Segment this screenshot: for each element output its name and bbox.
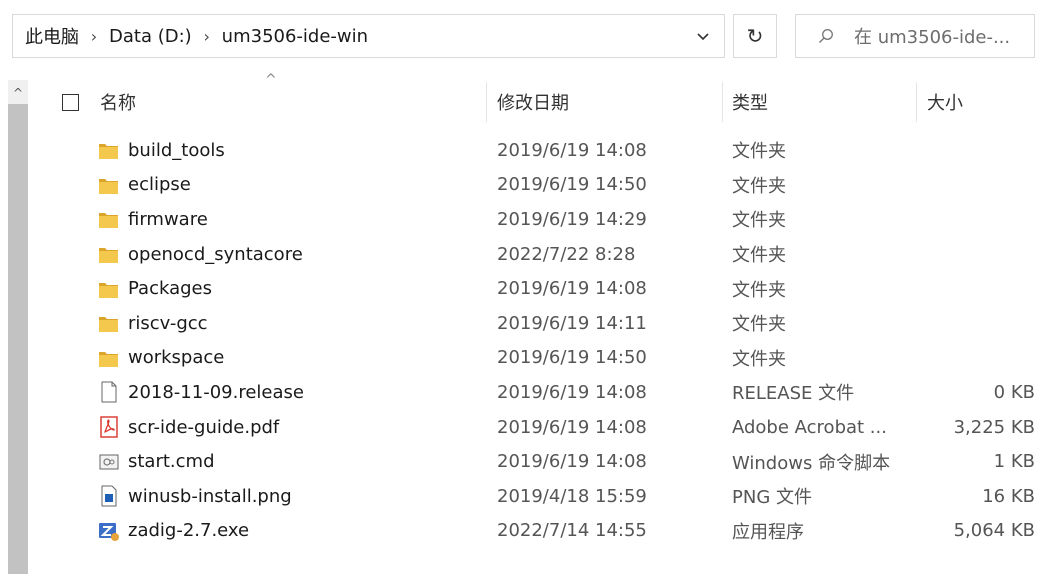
column-date[interactable]: 修改日期 (497, 80, 717, 124)
vertical-scrollbar[interactable]: ^ (8, 80, 28, 574)
file-name: openocd_syntacore (128, 243, 303, 265)
file-type: 文件夹 (732, 141, 786, 163)
select-all-checkbox-wrap[interactable] (62, 80, 79, 124)
folder-icon (98, 133, 120, 168)
address-bar[interactable]: 此电脑 › Data (D:) › um3506-ide-win (12, 14, 725, 58)
file-list: build_tools 2019/6/19 14:08 文件夹 eclipse 2019… (28, 133, 1041, 548)
file-date: 2019/6/19 14:50 (497, 347, 647, 369)
file-date: 2022/7/14 14:55 (497, 520, 647, 542)
column-name-label: 名称 (100, 93, 136, 114)
refresh-button[interactable]: ↻ (733, 14, 777, 58)
column-size-label: 大小 (927, 93, 963, 114)
blank-file-icon (98, 375, 120, 410)
file-date: 2019/6/19 14:08 (497, 278, 647, 300)
file-date: 2019/6/19 14:50 (497, 174, 647, 196)
file-type: PNG 文件 (732, 487, 812, 509)
breadcrumb-item-this-pc[interactable]: 此电脑 (13, 23, 79, 49)
file-row[interactable]: workspace 2019/6/19 14:50 文件夹 (28, 341, 1041, 376)
refresh-icon: ↻ (746, 24, 764, 48)
file-size: 16 KB (982, 485, 1035, 507)
chevron-down-icon[interactable] (696, 15, 710, 57)
file-name: eclipse (128, 174, 191, 196)
file-row[interactable]: openocd_syntacore 2022/7/22 8:28 文件夹 (28, 237, 1041, 272)
file-type: 文件夹 (732, 279, 786, 301)
file-type: Windows 命令脚本 (732, 452, 891, 474)
breadcrumb-item-drive[interactable]: Data (D:) (109, 26, 192, 47)
file-row[interactable]: build_tools 2019/6/19 14:08 文件夹 (28, 133, 1041, 168)
cmd-file-icon (98, 444, 120, 479)
file-name: firmware (128, 208, 208, 230)
select-all-checkbox[interactable] (62, 93, 79, 111)
file-row[interactable]: 2018-11-09.release 2019/6/19 14:08 RELEASE… (28, 375, 1041, 410)
breadcrumb-item-folder[interactable]: um3506-ide-win (222, 26, 368, 47)
file-type: RELEASE 文件 (732, 383, 855, 405)
search-input[interactable]: 在 um3506-ide-... (795, 14, 1035, 58)
scroll-up-icon[interactable]: ^ (8, 86, 28, 100)
column-type[interactable]: 类型 (732, 80, 912, 124)
file-row[interactable]: Packages 2019/6/19 14:08 文件夹 (28, 271, 1041, 306)
scrollbar-thumb[interactable] (8, 104, 28, 574)
file-date: 2022/7/22 8:28 (497, 243, 636, 265)
file-name: workspace (128, 347, 225, 369)
cropped-title-text (0, 0, 1041, 8)
file-name: build_tools (128, 139, 225, 161)
file-row[interactable]: firmware 2019/6/19 14:29 文件夹 (28, 202, 1041, 237)
search-placeholder: 在 um3506-ide-... (854, 27, 1011, 48)
breadcrumb: 此电脑 › Data (D:) › um3506-ide-win (13, 15, 368, 57)
file-size: 1 KB (993, 451, 1035, 473)
file-size: 0 KB (993, 381, 1035, 403)
file-type: 文件夹 (732, 245, 786, 267)
file-row[interactable]: winusb-install.png 2019/4/18 15:59 PNG 文件 1… (28, 479, 1041, 514)
file-type: 文件夹 (732, 175, 786, 197)
file-name: zadig-2.7.exe (128, 520, 250, 542)
column-divider[interactable] (486, 82, 487, 122)
exe-file-icon (98, 514, 120, 549)
file-row[interactable]: scr-ide-guide.pdf 2019/6/19 14:08 Adobe Ac… (28, 410, 1041, 445)
file-type: 文件夹 (732, 210, 786, 232)
file-date: 2019/6/19 14:08 (497, 416, 647, 438)
column-header: ^ 名称 修改日期 类型 大小 (28, 72, 1041, 124)
search-icon (819, 29, 833, 43)
file-type: 应用程序 (732, 521, 804, 543)
folder-icon (98, 237, 120, 272)
folder-icon (98, 202, 120, 237)
file-type: 文件夹 (732, 314, 786, 336)
file-row[interactable]: eclipse 2019/6/19 14:50 文件夹 (28, 168, 1041, 203)
folder-icon (98, 341, 120, 376)
chevron-right-icon[interactable]: › (192, 27, 222, 46)
column-type-label: 类型 (732, 93, 768, 114)
file-date: 2019/6/19 14:29 (497, 208, 647, 230)
file-row[interactable]: start.cmd 2019/6/19 14:08 Windows 命令脚本 1 KB (28, 444, 1041, 479)
file-date: 2019/6/19 14:08 (497, 451, 647, 473)
file-date: 2019/6/19 14:11 (497, 312, 647, 334)
chevron-right-icon[interactable]: › (79, 27, 109, 46)
file-date: 2019/6/19 14:08 (497, 139, 647, 161)
file-name: 2018-11-09.release (128, 381, 304, 403)
folder-icon (98, 168, 120, 203)
file-size: 3,225 KB (953, 416, 1035, 438)
file-name: riscv-gcc (128, 312, 208, 334)
file-size: 5,064 KB (953, 520, 1035, 542)
file-row[interactable]: riscv-gcc 2019/6/19 14:11 文件夹 (28, 306, 1041, 341)
file-name: scr-ide-guide.pdf (128, 416, 280, 438)
column-date-label: 修改日期 (497, 93, 569, 114)
file-type: 文件夹 (732, 348, 786, 370)
column-size[interactable]: 大小 (927, 80, 1027, 124)
file-date: 2019/4/18 15:59 (497, 485, 647, 507)
image-file-icon (98, 479, 120, 514)
file-name: winusb-install.png (128, 485, 292, 507)
pdf-file-icon (98, 410, 120, 445)
file-type: Adobe Acrobat ... (732, 416, 887, 438)
file-row[interactable]: zadig-2.7.exe 2022/7/14 14:55 应用程序 5,064 KB (28, 514, 1041, 549)
folder-icon (98, 306, 120, 341)
file-date: 2019/6/19 14:08 (497, 381, 647, 403)
file-name: start.cmd (128, 451, 215, 473)
column-divider[interactable] (916, 82, 917, 122)
file-name: Packages (128, 278, 212, 300)
column-name[interactable]: 名称 (100, 80, 480, 124)
folder-icon (98, 271, 120, 306)
column-divider[interactable] (722, 82, 723, 122)
